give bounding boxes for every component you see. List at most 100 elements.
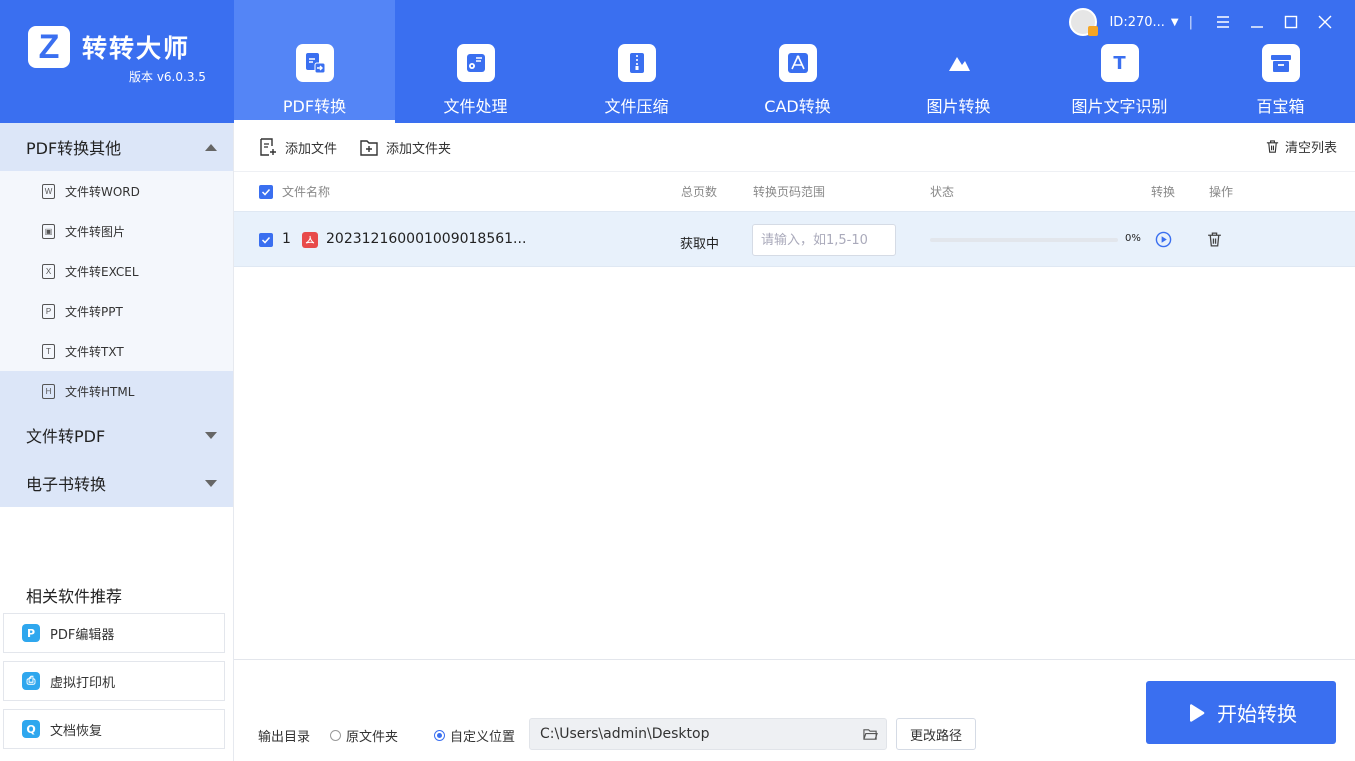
col-header-name: 文件名称: [282, 185, 331, 199]
nav-file-compress[interactable]: 文件压缩: [556, 0, 717, 123]
output-dir-label: 输出目录: [258, 730, 311, 745]
nav-label: 百宝箱: [1256, 97, 1305, 116]
page-range-input[interactable]: [752, 224, 896, 256]
minimize-button[interactable]: [1243, 10, 1271, 34]
sidebar-item-excel[interactable]: X 文件转EXCEL: [0, 251, 233, 291]
sidebar-item-word[interactable]: W 文件转WORD: [0, 171, 233, 211]
menu-button[interactable]: [1209, 10, 1237, 34]
row-pages: 获取中: [680, 237, 720, 252]
app-version: 版本 v6.0.3.5: [129, 70, 206, 84]
change-path-button[interactable]: 更改路径: [896, 718, 976, 750]
user-area: ID:270... ▼ |: [1069, 8, 1339, 36]
nav-pdf-convert[interactable]: PDF转换: [234, 0, 395, 123]
col-header-pages: 总页数: [681, 185, 718, 199]
delete-icon[interactable]: [1206, 231, 1223, 252]
sidebar-item-txt[interactable]: T 文件转TXT: [0, 331, 233, 371]
txt-file-icon: T: [42, 343, 55, 359]
sidebar-item-label: 文件转PPT: [65, 304, 123, 319]
maximize-button[interactable]: [1277, 10, 1305, 34]
sidebar-item-label: 文件转HTML: [65, 384, 135, 399]
close-icon: [1318, 15, 1332, 29]
add-file-button[interactable]: 添加文件: [258, 137, 337, 157]
nav-label: 文件压缩: [604, 97, 669, 116]
nav-label: 图片文字识别: [1071, 97, 1168, 116]
sidebar-category-ebook[interactable]: 电子书转换: [0, 459, 233, 507]
nav-file-process[interactable]: 文件处理: [395, 0, 556, 123]
app-title: 转转大师: [82, 34, 191, 63]
nav-image-convert[interactable]: 图片转换: [878, 0, 1039, 123]
row-filename: 20231216000100901856​1...: [326, 231, 527, 247]
table-row[interactable]: 1 20231216000100901856​1... 获取中 0%: [234, 211, 1355, 267]
radio-custom-location[interactable]: 自定义位置: [434, 726, 515, 745]
divider: |: [1188, 14, 1193, 30]
check-icon: [261, 236, 271, 244]
sidebar-category-pdf-other[interactable]: PDF转换其他: [0, 123, 233, 171]
pdf-editor-icon: P: [22, 624, 40, 642]
rec-doc-recovery[interactable]: Q 文档恢复: [3, 709, 225, 749]
toolbox-icon: [1261, 44, 1300, 82]
footer-bar: 输出目录 原文件夹 自定义位置 C:\Users\admin\Desktop 更…: [234, 659, 1355, 761]
start-convert-label: 开始转换: [1217, 702, 1297, 726]
category-label: 文件转PDF: [26, 427, 106, 446]
maximize-icon: [1284, 15, 1298, 29]
chevron-down-icon: [205, 479, 217, 487]
excel-file-icon: X: [42, 263, 55, 279]
radio-on-icon: [434, 730, 445, 741]
progress-percent: 0%: [1125, 233, 1141, 244]
nav-label: CAD转换: [764, 97, 831, 116]
table-header: 文件名称 总页数 转换页码范围 状态 转换 操作: [234, 171, 1355, 211]
chevron-down-icon[interactable]: ▼: [1171, 17, 1179, 28]
recovery-icon: Q: [22, 720, 40, 738]
col-header-action: 操作: [1209, 185, 1234, 199]
image-file-icon: ▣: [42, 223, 55, 239]
play-icon[interactable]: [1155, 231, 1172, 252]
add-folder-label: 添加文件夹: [386, 141, 452, 157]
add-folder-button[interactable]: 添加文件夹: [359, 137, 451, 157]
sidebar-item-html[interactable]: H 文件转HTML: [0, 371, 233, 411]
add-folder-icon: [360, 140, 378, 156]
chevron-down-icon: [205, 431, 217, 439]
output-path-field[interactable]: C:\Users\admin\Desktop: [529, 718, 887, 750]
logo-mark: Z: [28, 26, 70, 68]
progress-bar: [930, 238, 1118, 242]
file-process-icon: [456, 44, 495, 82]
rec-virtual-printer[interactable]: ⎙ 虚拟打印机: [3, 661, 225, 701]
radio-original-folder[interactable]: 原文件夹: [330, 726, 398, 745]
sidebar-category-file-to-pdf[interactable]: 文件转PDF: [0, 411, 233, 459]
minimize-icon: [1251, 26, 1263, 28]
rec-label: 文档恢复: [50, 723, 103, 739]
nav-cad-convert[interactable]: CAD转换: [717, 0, 878, 123]
main-panel: 添加文件 添加文件夹 清空列表 文件名称 总页数 转换页码范围 状态 转换 操作…: [234, 123, 1355, 761]
toolbar: 添加文件 添加文件夹 清空列表: [234, 123, 1355, 171]
nav-label: 图片转换: [926, 97, 991, 116]
recommend-title: 相关软件推荐: [26, 587, 123, 606]
html-file-icon: H: [42, 383, 55, 399]
sidebar-item-image[interactable]: ▣ 文件转图片: [0, 211, 233, 251]
sidebar-item-ppt[interactable]: P 文件转PPT: [0, 291, 233, 331]
output-path-text: C:\Users\admin\Desktop: [540, 726, 710, 742]
sidebar-item-label: 文件转TXT: [65, 344, 124, 359]
rec-label: PDF编辑器: [50, 627, 115, 643]
cad-icon: [778, 44, 817, 82]
check-icon: [261, 188, 271, 196]
category-label: 电子书转换: [26, 475, 107, 494]
avatar[interactable]: [1069, 8, 1099, 36]
col-header-convert: 转换: [1151, 185, 1176, 199]
col-header-status: 状态: [930, 185, 955, 199]
nav-label: PDF转换: [282, 97, 347, 116]
add-file-label: 添加文件: [285, 141, 338, 157]
sidebar: PDF转换其他 W 文件转WORD ▣ 文件转图片 X 文件转EXCEL P 文…: [0, 123, 234, 761]
clear-list-button[interactable]: 清空列表: [1265, 137, 1337, 156]
start-convert-button[interactable]: 开始转换: [1146, 681, 1336, 744]
folder-open-icon[interactable]: [863, 727, 878, 746]
row-checkbox[interactable]: [259, 233, 273, 247]
select-all-checkbox[interactable]: [259, 185, 273, 199]
user-id[interactable]: ID:270...: [1109, 15, 1164, 30]
trash-icon: [1266, 140, 1279, 153]
zip-icon: [617, 44, 656, 82]
close-button[interactable]: [1311, 10, 1339, 34]
radio-label: 自定义位置: [450, 730, 516, 745]
play-icon: [1190, 703, 1205, 722]
rec-pdf-editor[interactable]: P PDF编辑器: [3, 613, 225, 653]
ocr-icon: T: [1100, 44, 1139, 82]
